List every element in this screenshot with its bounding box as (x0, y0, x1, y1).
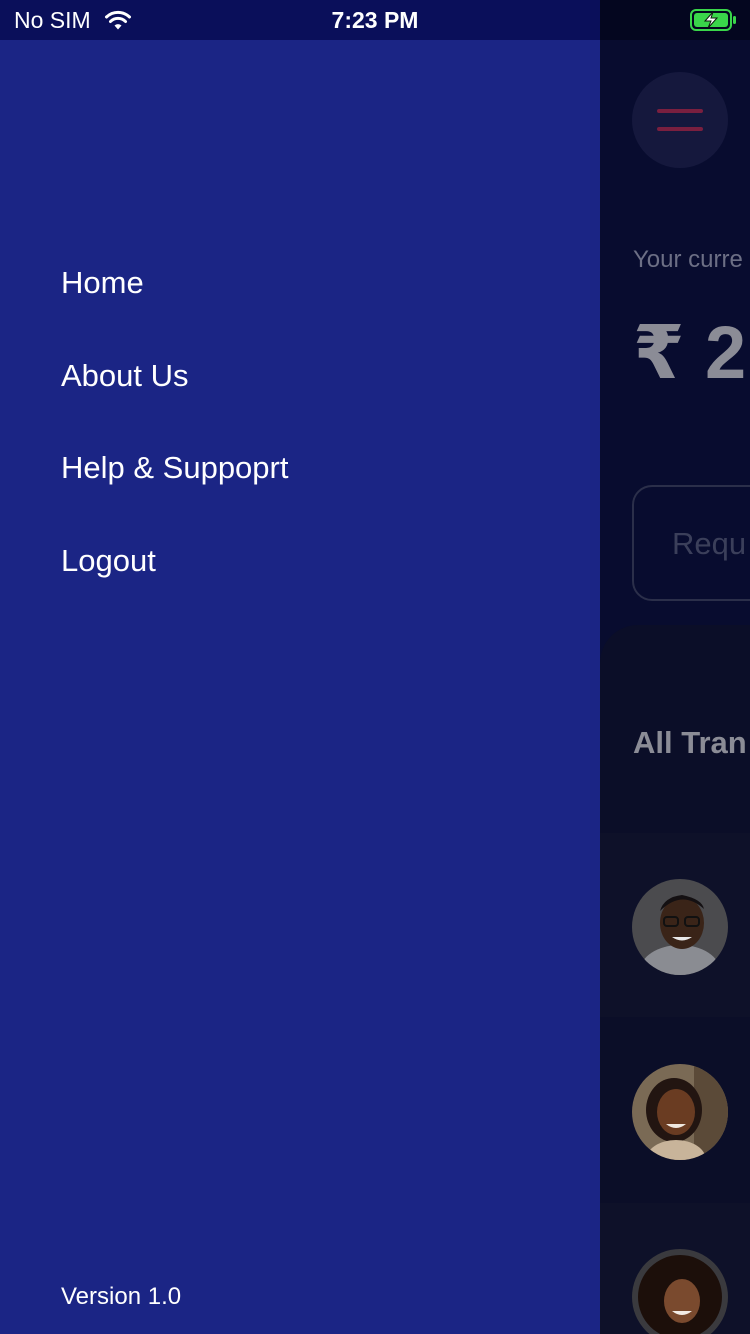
drawer-item-about-us[interactable]: About Us (61, 355, 288, 448)
drawer-item-home[interactable]: Home (61, 262, 288, 355)
battery-charging-icon (690, 9, 736, 31)
request-button-label: Requ (672, 526, 747, 561)
version-label: Version 1.0 (61, 1283, 182, 1310)
clock-label: 7:23 PM (331, 7, 419, 33)
transaction-row[interactable] (600, 1203, 750, 1334)
app-screen: No SIM 7:23 PM Your curre ₹ 2 Requ All T… (0, 0, 750, 1334)
avatar-man-glasses (632, 879, 728, 975)
request-button[interactable]: Requ (632, 485, 750, 601)
side-drawer: Home About Us Help & Suppoprt Logout Ver… (0, 40, 600, 1334)
home-screen: Your curre ₹ 2 Requ All Tran (600, 40, 750, 1334)
drawer-item-logout[interactable]: Logout (61, 540, 288, 633)
avatar-woman-smiling (632, 1064, 728, 1160)
balance-value: ₹ 2 (633, 311, 747, 394)
transactions-title: All Tran (633, 725, 747, 760)
avatar-woman-curly-hair (632, 1249, 728, 1334)
hamburger-menu-icon (657, 109, 703, 113)
transactions-panel: All Tran (600, 625, 750, 1334)
balance-label: Your curre (633, 246, 743, 273)
transaction-row[interactable] (600, 1018, 750, 1202)
drawer-menu: Home About Us Help & Suppoprt Logout (61, 262, 288, 632)
hamburger-menu-icon-bar (657, 127, 703, 131)
status-bar: No SIM 7:23 PM (0, 0, 750, 40)
menu-button[interactable] (632, 72, 728, 168)
drawer-item-help-support[interactable]: Help & Suppoprt (61, 447, 288, 540)
transaction-row[interactable] (600, 833, 750, 1017)
